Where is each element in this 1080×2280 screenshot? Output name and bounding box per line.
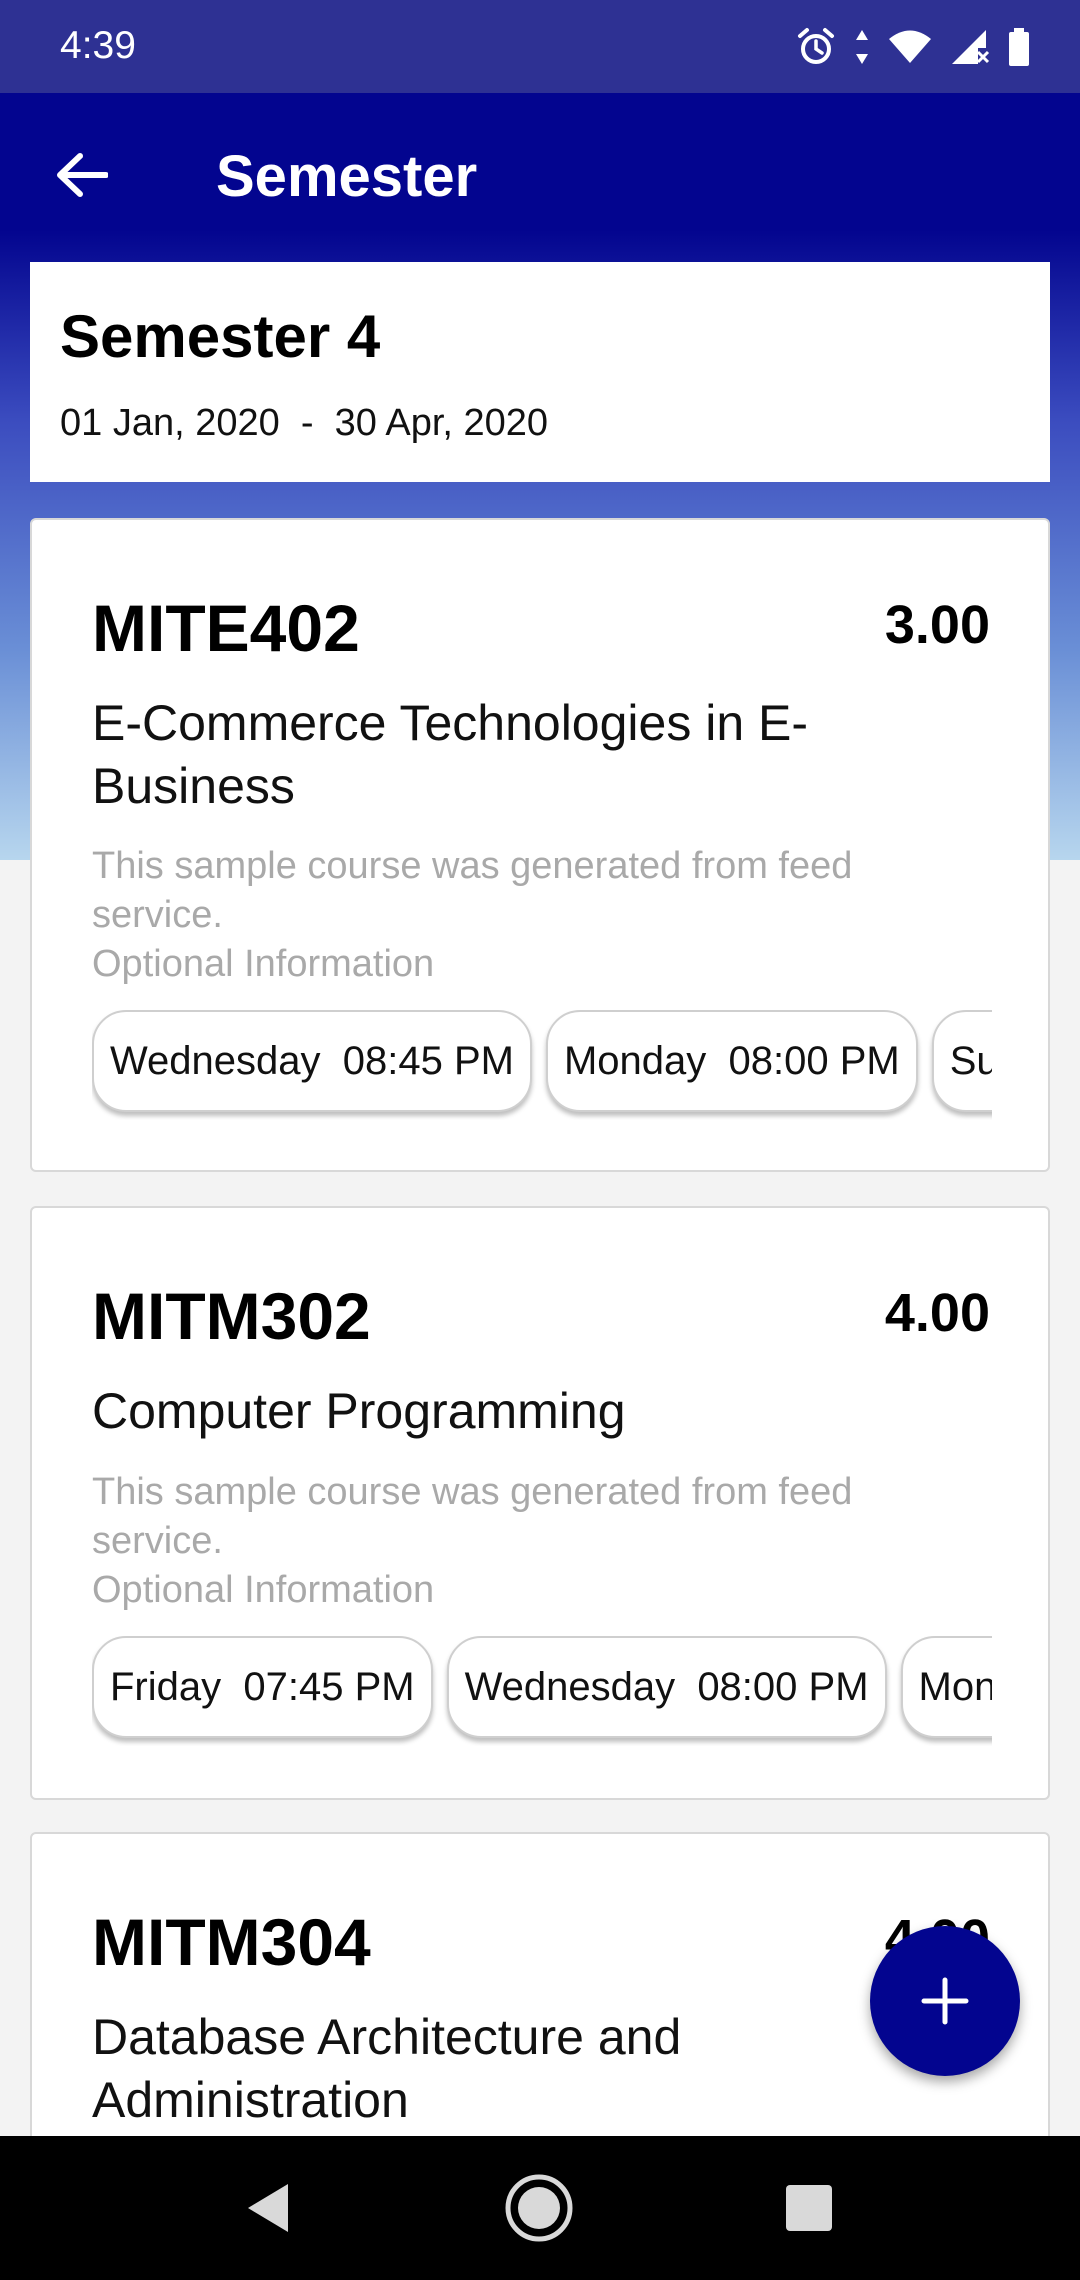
nav-back-button[interactable] bbox=[228, 2168, 308, 2248]
schedule-chip[interactable]: Sunday bbox=[931, 1010, 992, 1112]
signal-icon bbox=[952, 30, 990, 64]
semester-date-range: 01 Jan, 2020 - 30 Apr, 2020 bbox=[60, 402, 549, 444]
add-course-button[interactable] bbox=[870, 1926, 1020, 2076]
course-optional-info: Optional Information bbox=[92, 1569, 435, 1611]
battery-icon bbox=[1009, 28, 1029, 66]
schedule-chip[interactable]: Wednesday 08:45 PM bbox=[92, 1010, 532, 1112]
nav-recents-button[interactable] bbox=[769, 2168, 849, 2248]
course-description: This sample course was generated from fe… bbox=[92, 842, 992, 989]
recents-square-icon bbox=[786, 2185, 832, 2231]
plus-icon bbox=[921, 1977, 969, 2025]
schedule-chip[interactable]: Monday 08:00 PM bbox=[545, 1010, 918, 1112]
status-bar: 4:39 bbox=[0, 0, 1080, 93]
schedule-chip-row[interactable]: Friday 07:45 PMWednesday 08:00 PMMonday bbox=[92, 1636, 992, 1746]
course-code: MITM302 bbox=[92, 1279, 371, 1353]
schedule-chip-row[interactable]: Wednesday 08:45 PMMonday 08:00 PMSunday bbox=[92, 1010, 992, 1120]
schedule-chip[interactable]: Friday 07:45 PM bbox=[92, 1636, 433, 1738]
alarm-icon bbox=[798, 28, 834, 64]
system-navigation-bar bbox=[0, 2136, 1080, 2280]
app-screen: 4:39 Semester Semester 4 01 Jan, 2020 - … bbox=[0, 0, 1080, 2280]
semester-title: Semester 4 bbox=[60, 303, 381, 370]
course-optional-info: Optional Information bbox=[92, 943, 435, 985]
nav-home-button[interactable] bbox=[499, 2168, 579, 2248]
course-name: E-Commerce Technologies in E-Business bbox=[92, 695, 809, 814]
course-name: Computer Programming bbox=[92, 1383, 626, 1439]
data-arrows-icon bbox=[856, 30, 868, 64]
course-description: This sample course was generated from fe… bbox=[92, 1468, 992, 1615]
course-code: MITE402 bbox=[92, 591, 360, 665]
course-description-text: This sample course was generated from fe… bbox=[92, 845, 853, 936]
course-card[interactable]: MITM302 4.00 Computer Programming This s… bbox=[30, 1206, 1050, 1800]
semester-header-card: Semester 4 01 Jan, 2020 - 30 Apr, 2020 bbox=[30, 262, 1050, 482]
schedule-chip[interactable]: Wednesday 08:00 PM bbox=[446, 1636, 887, 1738]
status-icons bbox=[796, 26, 1030, 68]
home-circle-icon bbox=[505, 2174, 573, 2242]
course-credits: 3.00 bbox=[884, 595, 990, 655]
back-triangle-icon bbox=[248, 2184, 288, 2232]
app-toolbar: Semester bbox=[0, 93, 1080, 260]
schedule-chip[interactable]: Monday bbox=[900, 1636, 992, 1738]
course-code: MITM304 bbox=[92, 1905, 371, 1979]
course-description-text: This sample course was generated from fe… bbox=[92, 1471, 853, 1562]
course-card[interactable]: MITE402 3.00 E-Commerce Technologies in … bbox=[30, 518, 1050, 1172]
status-time: 4:39 bbox=[60, 24, 136, 67]
back-button[interactable] bbox=[40, 133, 124, 217]
wifi-icon bbox=[889, 30, 931, 63]
page-title: Semester bbox=[216, 144, 478, 209]
course-name: Database Architecture and Administration bbox=[92, 2009, 682, 2128]
course-credits: 4.00 bbox=[884, 1283, 990, 1343]
arrow-back-icon bbox=[57, 153, 108, 197]
